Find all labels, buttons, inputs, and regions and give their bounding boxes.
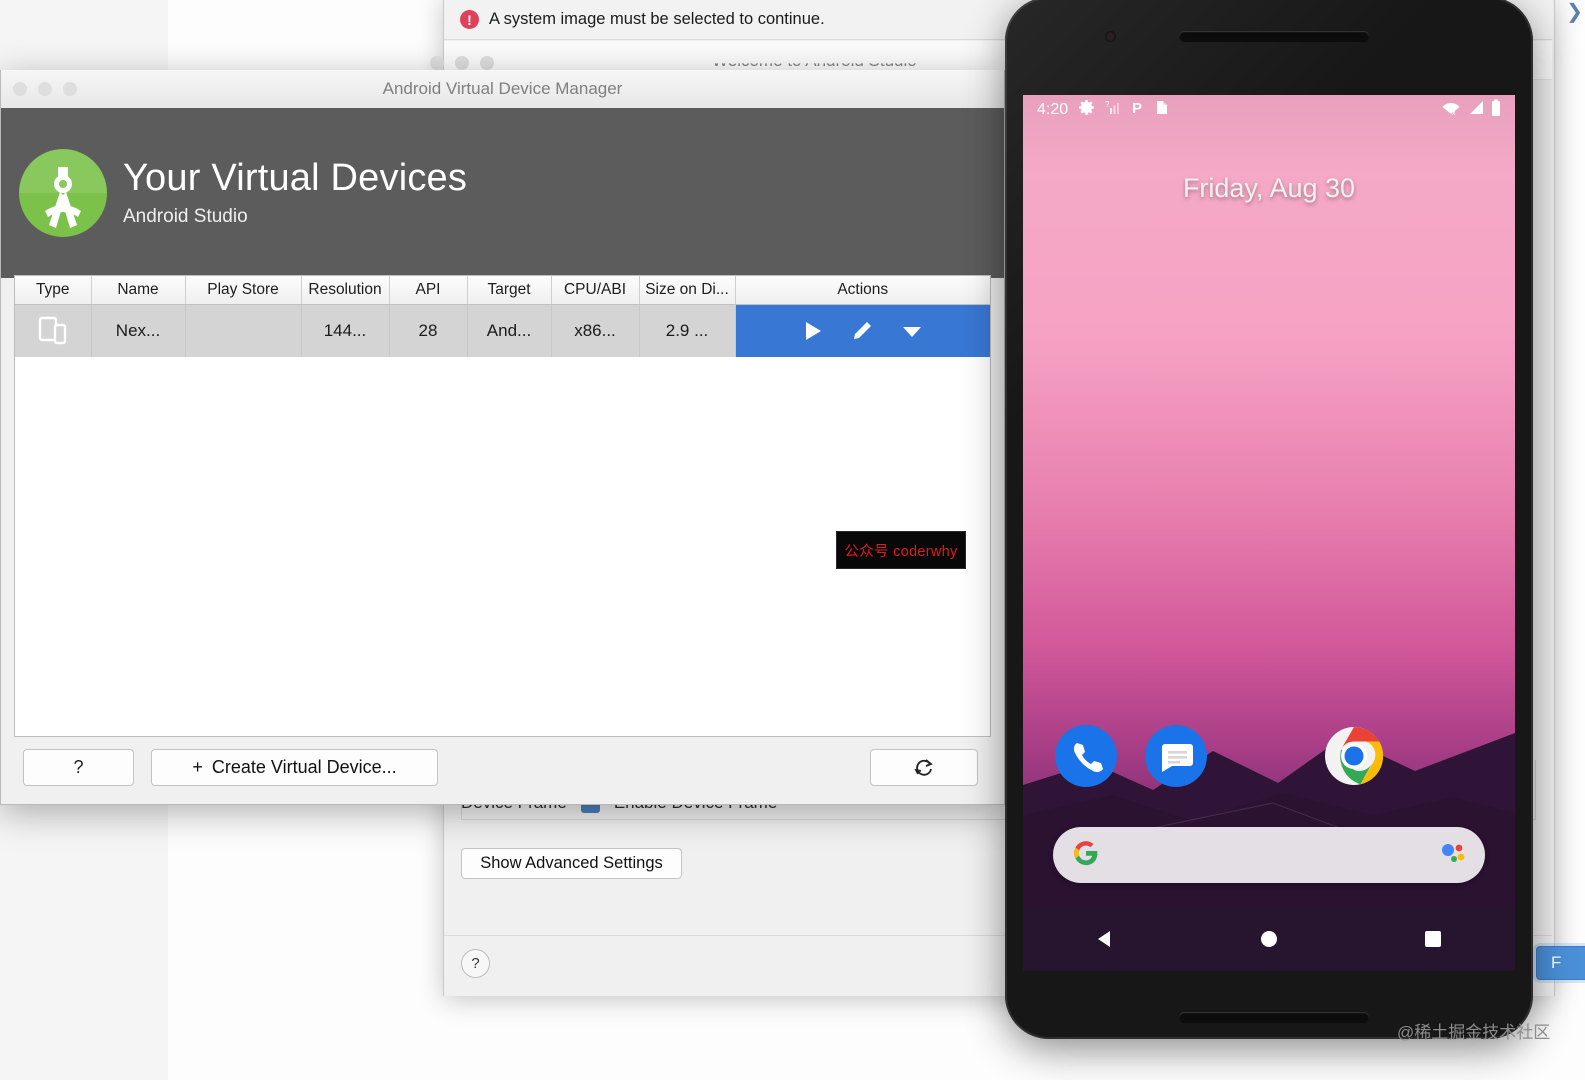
cell-signal-icon: [1467, 99, 1485, 121]
cell-play-store: [185, 304, 302, 357]
column-header-cpu-abi[interactable]: CPU/ABI: [551, 276, 640, 305]
cell-size-on-disk: 2.9 ...: [639, 304, 736, 357]
google-search-bar[interactable]: [1053, 827, 1485, 883]
column-header-size-on-disk[interactable]: Size on Di...: [639, 276, 736, 305]
messages-app-icon[interactable]: [1145, 725, 1207, 787]
wizard-zoom-dot[interactable]: [480, 56, 494, 70]
navigation-bar: [1023, 907, 1515, 971]
svg-text:x: x: [1452, 110, 1456, 116]
wizard-close-dot[interactable]: [430, 56, 444, 70]
create-virtual-device-button[interactable]: + Create Virtual Device...: [151, 749, 438, 786]
wizard-help-button[interactable]: ?: [461, 949, 490, 978]
page-subtitle: Android Studio: [123, 205, 248, 227]
column-header-resolution[interactable]: Resolution: [301, 276, 390, 305]
google-g-icon: [1071, 838, 1101, 873]
android-studio-logo-icon: [19, 149, 107, 237]
wizard-minimize-dot[interactable]: [455, 56, 469, 70]
emulator-screen[interactable]: 4:20 ? P x Friday, Aug 30: [1023, 95, 1515, 955]
run-icon[interactable]: [802, 319, 824, 343]
home-icon[interactable]: [1256, 926, 1282, 952]
avd-header: Your Virtual Devices Android Studio: [1, 108, 1004, 278]
wifi-disconnected-icon: x: [1441, 99, 1461, 121]
close-icon[interactable]: ❯: [1566, 2, 1583, 22]
help-button[interactable]: ?: [23, 749, 134, 786]
device-phone-tablet-icon: [38, 316, 66, 345]
cell-actions: [735, 304, 990, 357]
google-assistant-mic-icon[interactable]: [1437, 838, 1467, 873]
avd-titlebar: Android Virtual Device Manager: [1, 70, 1004, 109]
status-bar-right-icons: x: [1441, 98, 1501, 122]
back-icon[interactable]: [1092, 926, 1118, 952]
show-advanced-settings-button[interactable]: Show Advanced Settings: [461, 848, 682, 879]
recents-icon[interactable]: [1420, 926, 1446, 952]
chrome-app-icon[interactable]: [1323, 725, 1385, 787]
cell-target: And...: [467, 304, 552, 357]
column-header-name[interactable]: Name: [91, 276, 186, 305]
welcome-window-title: Welcome to Android Studio: [712, 51, 917, 70]
cell-resolution: 144...: [301, 304, 390, 357]
error-icon: !: [460, 10, 479, 29]
cell-api: 28: [389, 304, 468, 357]
column-header-play-store[interactable]: Play Store: [185, 276, 302, 305]
finish-button[interactable]: F: [1536, 946, 1585, 980]
page-title: Your Virtual Devices: [123, 157, 468, 200]
status-time: 4:20: [1037, 101, 1069, 118]
front-camera-icon: [1105, 31, 1116, 42]
watermark-tooltip: 公众号 coderwhy: [836, 531, 966, 569]
bottom-speaker: [1179, 1012, 1369, 1023]
edit-icon[interactable]: [850, 319, 874, 343]
avd-manager-window: Android Virtual Device Manager Your Virt…: [0, 70, 1005, 805]
avd-window-title: Android Virtual Device Manager: [382, 79, 623, 98]
create-virtual-device-label: Create Virtual Device...: [211, 757, 397, 777]
table-header-row: Type Name Play Store Resolution API Targ…: [15, 276, 990, 305]
error-message: A system image must be selected to conti…: [489, 10, 825, 28]
refresh-icon: [914, 758, 933, 776]
svg-text:P: P: [1132, 100, 1142, 116]
dropdown-icon[interactable]: [900, 321, 924, 341]
table-row[interactable]: Nex... 144... 28 And... x86... 2.9 ...: [15, 304, 990, 357]
svg-text:?: ?: [1105, 100, 1110, 109]
gear-icon: [1078, 99, 1095, 121]
parking-p-icon: P: [1131, 99, 1145, 121]
column-header-type[interactable]: Type: [15, 276, 92, 305]
status-bar: 4:20 ? P x: [1023, 95, 1515, 125]
battery-full-icon: [1491, 98, 1501, 122]
plus-icon: +: [192, 757, 203, 777]
android-emulator-device: 4:20 ? P x Friday, Aug 30: [1005, 0, 1533, 1039]
signal-unknown-icon: ?: [1105, 99, 1121, 121]
wizard-window-controls[interactable]: [430, 56, 494, 70]
column-header-actions: Actions: [735, 276, 990, 305]
column-header-api[interactable]: API: [389, 276, 468, 305]
cell-cpu-abi: x86...: [551, 304, 640, 357]
app-dock: [1023, 725, 1515, 795]
cell-name: Nex...: [91, 304, 186, 357]
watermark-bottom: @稀土掘金技术社区: [1397, 1023, 1551, 1042]
home-date-text: Friday, Aug 30: [1182, 173, 1356, 203]
column-header-target[interactable]: Target: [467, 276, 552, 305]
phone-app-icon[interactable]: [1055, 725, 1117, 787]
virtual-devices-table: Type Name Play Store Resolution API Targ…: [15, 276, 990, 357]
refresh-button[interactable]: [870, 749, 978, 786]
earpiece-speaker: [1179, 31, 1369, 42]
virtual-devices-table-container: Type Name Play Store Resolution API Targ…: [14, 275, 991, 737]
cell-type: [15, 304, 92, 357]
sdcard-icon: [1155, 99, 1169, 121]
